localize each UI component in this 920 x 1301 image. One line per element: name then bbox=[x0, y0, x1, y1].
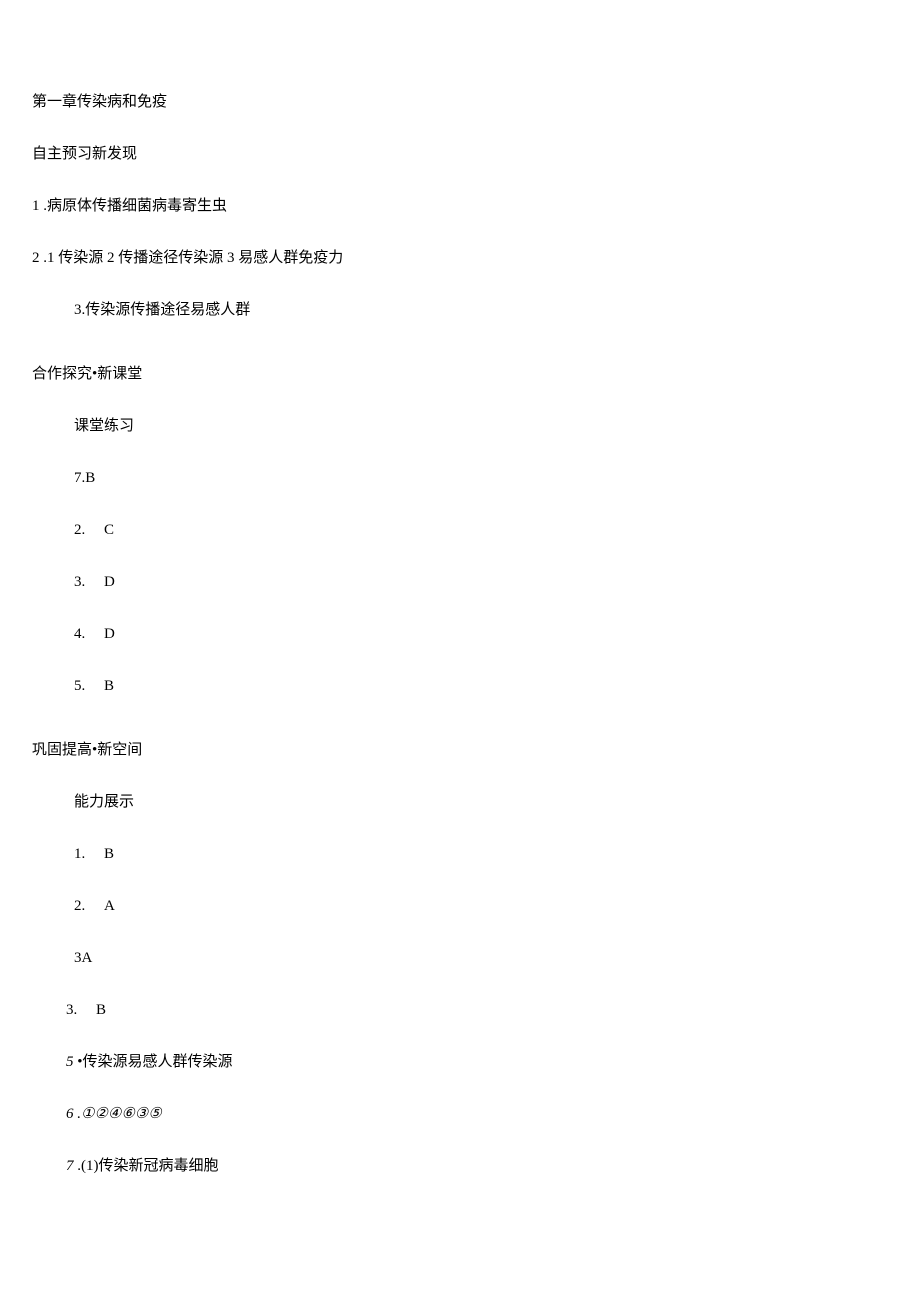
item-number: 1 bbox=[32, 198, 40, 214]
item-number: 3. bbox=[74, 302, 85, 318]
answer-number: 3. bbox=[74, 570, 104, 594]
answer-number: 1. bbox=[74, 842, 104, 866]
answer-row: 5.B bbox=[32, 674, 888, 698]
answer-row: 2.C bbox=[32, 518, 888, 542]
answer-row: 3A bbox=[32, 946, 888, 970]
answer-row: 4.D bbox=[32, 622, 888, 646]
answer-number: 5 bbox=[66, 1054, 74, 1070]
answer-row: 3.D bbox=[32, 570, 888, 594]
chapter-title: 第一章传染病和免疫 bbox=[32, 90, 888, 114]
preview-item-1: 1 .病原体传播细菌病毒寄生虫 bbox=[32, 194, 888, 218]
answer-row: 5 •传染源易感人群传染源 bbox=[32, 1050, 888, 1074]
answer-number: 3 bbox=[74, 950, 82, 966]
item-separator: . bbox=[74, 1106, 82, 1122]
answer-row: 6 .①②④⑥③⑤ bbox=[32, 1102, 888, 1126]
section-consolidation-heading: 巩固提高•新空间 bbox=[32, 738, 888, 762]
item-separator: • bbox=[74, 1054, 83, 1070]
answer-value: A bbox=[82, 950, 93, 966]
answer-number: 3. bbox=[66, 998, 96, 1022]
section-collab-heading: 合作探究•新课堂 bbox=[32, 362, 888, 386]
item-number: 2 bbox=[32, 250, 40, 266]
section-preview-heading: 自主预习新发现 bbox=[32, 142, 888, 166]
item-text: 传染源传播途径易感人群 bbox=[85, 302, 250, 318]
answer-row: 2.A bbox=[32, 894, 888, 918]
answer-number: 2. bbox=[74, 894, 104, 918]
item-separator: . bbox=[40, 250, 48, 266]
answer-number: 6 bbox=[66, 1106, 74, 1122]
answer-text: ①②④⑥③⑤ bbox=[81, 1106, 162, 1122]
answer-value: C bbox=[104, 522, 114, 538]
answer-value: D bbox=[104, 626, 115, 642]
answer-text: (1)传染新冠病毒细胞 bbox=[81, 1158, 219, 1174]
item-separator: . bbox=[74, 1158, 82, 1174]
answer-row: 7.B bbox=[32, 466, 888, 490]
item-text: 病原体传播细菌病毒寄生虫 bbox=[47, 198, 227, 214]
preview-item-3: 3.传染源传播途径易感人群 bbox=[32, 298, 888, 322]
answer-value: B bbox=[104, 846, 114, 862]
answer-number: 4. bbox=[74, 622, 104, 646]
answer-value: B bbox=[104, 678, 114, 694]
answer-value: D bbox=[104, 574, 115, 590]
answer-value: B bbox=[85, 470, 95, 486]
item-separator: . bbox=[40, 198, 48, 214]
answer-text: 传染源易感人群传染源 bbox=[83, 1054, 233, 1070]
answer-value: A bbox=[104, 898, 115, 914]
answer-number: 5. bbox=[74, 674, 104, 698]
answer-number: 2. bbox=[74, 518, 104, 542]
answer-row: 7 .(1)传染新冠病毒细胞 bbox=[32, 1154, 888, 1178]
answer-number: 7. bbox=[74, 470, 85, 486]
answer-row: 3.B bbox=[32, 998, 888, 1022]
subheading-ability: 能力展示 bbox=[32, 790, 888, 814]
answer-number: 7 bbox=[66, 1158, 74, 1174]
item-text: 1 传染源 2 传播途径传染源 3 易感人群免疫力 bbox=[47, 250, 343, 266]
subheading-classroom: 课堂练习 bbox=[32, 414, 888, 438]
answer-value: B bbox=[96, 1002, 106, 1018]
preview-item-2: 2 .1 传染源 2 传播途径传染源 3 易感人群免疫力 bbox=[32, 246, 888, 270]
answer-row: 1.B bbox=[32, 842, 888, 866]
